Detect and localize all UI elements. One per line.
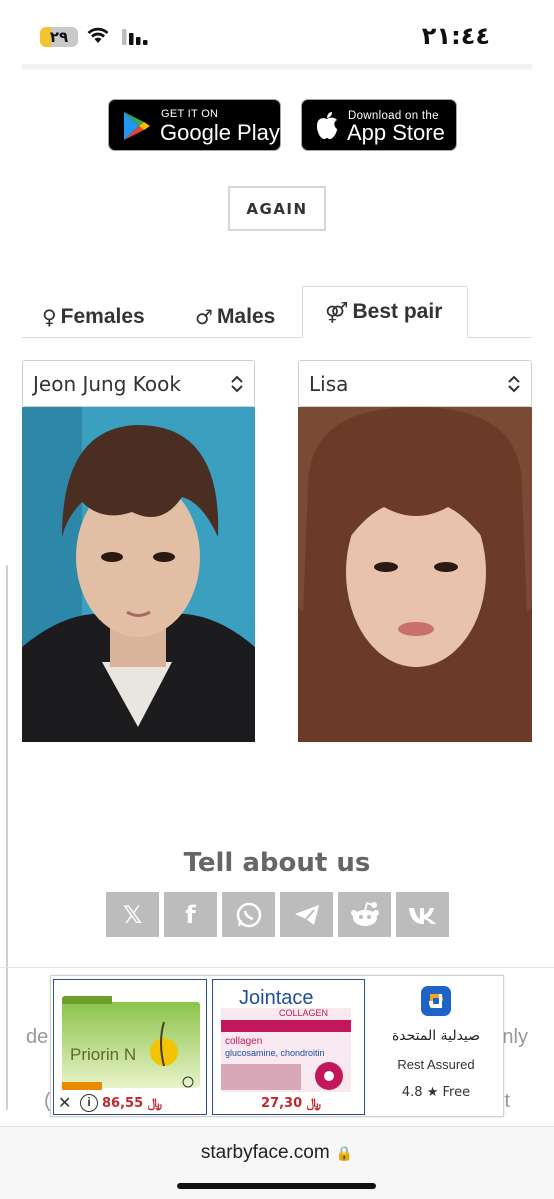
google-play-badge[interactable]: GET IT ON Google Play <box>108 99 281 151</box>
home-indicator[interactable] <box>177 1183 376 1189</box>
tab-males[interactable]: ♂ Males <box>195 296 275 338</box>
select-value: Lisa <box>309 371 349 396</box>
tab-label: Best pair <box>352 300 443 323</box>
battery-indicator: ٢٩ <box>40 27 78 47</box>
footer-text-fragment: de <box>26 1026 49 1048</box>
status-bar: ٢٩ ٢١:٤٤ <box>0 0 554 60</box>
share-facebook-button[interactable]: f <box>164 892 217 937</box>
pair-icon: ⚤ <box>325 300 349 324</box>
ad-close-icon[interactable]: ✕ <box>58 1093 71 1112</box>
header-divider <box>22 64 532 68</box>
lock-icon: 🔒 <box>335 1146 354 1162</box>
google-play-small-text: GET IT ON <box>161 108 219 120</box>
jointace-product-image: Jointace COLLAGEN collagen glucosamine, … <box>221 984 351 1092</box>
tab-label: Males <box>216 305 276 328</box>
share-whatsapp-button[interactable] <box>222 892 275 937</box>
ad-product-card[interactable]: Priorin N ✕ i 86,55 ﷼ <box>53 979 207 1115</box>
apple-icon <box>317 112 337 139</box>
google-play-icon <box>124 112 150 140</box>
person-select-right[interactable]: Lisa <box>298 360 532 407</box>
share-buttons: 𝕏 f <box>106 892 449 937</box>
scrollbar[interactable] <box>6 565 8 1110</box>
ad-price: 27,30 ﷼ <box>261 1096 322 1111</box>
female-icon: ♀ <box>42 305 57 329</box>
url-text: starbyface.com 🔒 <box>0 1142 554 1164</box>
tab-females[interactable]: ♀ Females <box>42 296 145 338</box>
vk-icon <box>408 907 436 924</box>
svg-text:collagen: collagen <box>225 1036 262 1047</box>
app-name: صيدلية المتحدة <box>391 1028 481 1044</box>
telegram-icon <box>294 904 319 925</box>
svg-text:glucosamine, chondroitin: glucosamine, chondroitin <box>225 1048 325 1058</box>
app-rating: 4.8 ★ Free <box>401 1085 471 1100</box>
share-vk-button[interactable] <box>396 892 449 937</box>
up-down-chevron-icon <box>231 375 243 393</box>
ad-product-card[interactable]: Jointace COLLAGEN collagen glucosamine, … <box>212 979 365 1115</box>
ad-price: 86,55 ﷼ <box>102 1096 163 1111</box>
app-logo-icon <box>421 986 451 1016</box>
ad-app-info[interactable]: صيدلية المتحدة Rest Assured 4.8 ★ Free <box>369 976 503 1116</box>
again-button[interactable]: AGAIN <box>228 186 326 231</box>
footer-text-fragment: t <box>504 1090 510 1112</box>
ad-info-icon[interactable]: i <box>80 1094 98 1112</box>
up-down-chevron-icon <box>508 375 520 393</box>
svg-text:Priorin N: Priorin N <box>70 1045 136 1064</box>
battery-percentage: ٢٩ <box>49 28 69 46</box>
facebook-icon: f <box>185 900 196 929</box>
select-value: Jeon Jung Kook <box>33 371 181 396</box>
male-icon: ♂ <box>195 305 213 329</box>
app-store-badge[interactable]: Download on the App Store <box>301 99 457 151</box>
tab-label: Females <box>60 305 145 328</box>
x-icon: 𝕏 <box>122 900 143 929</box>
wifi-icon <box>87 27 109 43</box>
browser-address-bar[interactable]: starbyface.com 🔒 <box>0 1126 554 1199</box>
reddit-icon <box>350 901 379 926</box>
ad-banner[interactable]: Priorin N ✕ i 86,55 ﷼ Jointace COLLAGEN … <box>50 975 504 1117</box>
clock: ٢١:٤٤ <box>421 22 490 50</box>
google-play-big-text: Google Play <box>160 120 280 145</box>
svg-text:Jointace: Jointace <box>239 987 314 1009</box>
svg-text:COLLAGEN: COLLAGEN <box>279 1008 328 1018</box>
whatsapp-icon <box>236 902 261 927</box>
priorin-product-image: Priorin N <box>62 996 200 1090</box>
portrait-photo-left <box>22 407 255 742</box>
app-description: Rest Assured <box>397 1057 475 1072</box>
tab-best-pair[interactable]: ⚤ Best pair <box>302 286 468 338</box>
portrait-photo-right <box>298 407 532 742</box>
footer-text-fragment: nly <box>502 1026 528 1048</box>
footer-divider <box>0 967 554 968</box>
share-telegram-button[interactable] <box>280 892 333 937</box>
app-store-big-text: App Store <box>347 120 445 145</box>
share-x-button[interactable]: 𝕏 <box>106 892 159 937</box>
share-reddit-button[interactable] <box>338 892 391 937</box>
cellular-signal-icon <box>122 29 148 45</box>
person-select-left[interactable]: Jeon Jung Kook <box>22 360 255 407</box>
url-domain: starbyface.com <box>200 1142 330 1163</box>
share-title: Tell about us <box>183 848 371 878</box>
